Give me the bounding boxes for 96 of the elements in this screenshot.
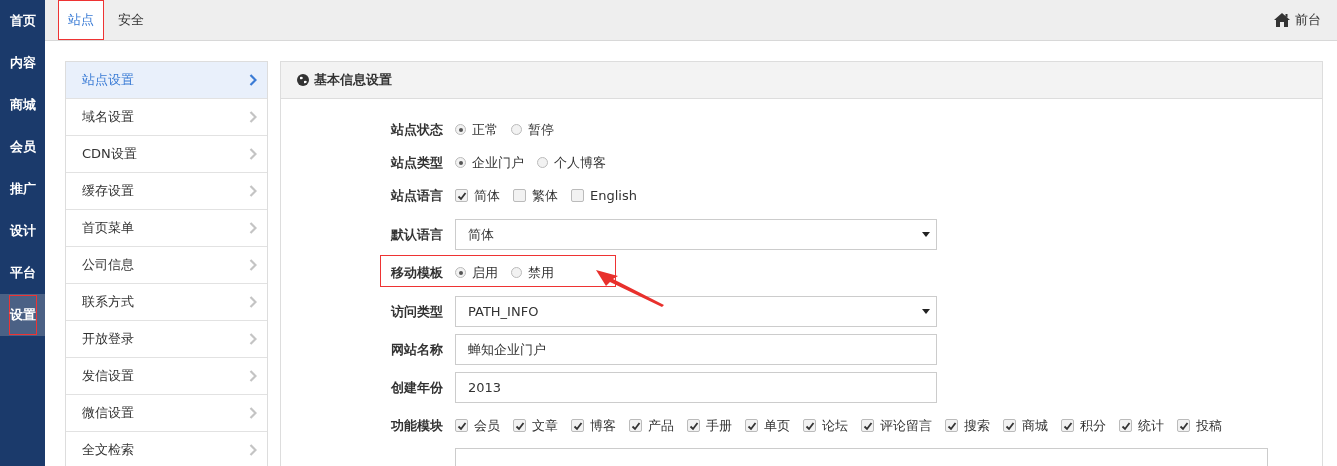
option-label: 繁体: [532, 186, 558, 205]
checkbox[interactable]: [513, 189, 526, 202]
checkbox[interactable]: [1061, 419, 1074, 432]
option-label: 文章: [532, 416, 558, 435]
option-label: 会员: [474, 416, 500, 435]
option-label: 产品: [648, 416, 674, 435]
radio-button[interactable]: [511, 267, 522, 278]
field-label: 网站名称: [390, 340, 444, 359]
nav-item[interactable]: 设置: [0, 294, 45, 336]
option-label: 积分: [1080, 416, 1106, 435]
chevron-icon: [249, 148, 257, 160]
field-label: 功能模块: [390, 416, 444, 435]
field-label: 访问类型: [389, 302, 444, 321]
checkbox[interactable]: [629, 419, 642, 432]
menu-item[interactable]: 缓存设置: [66, 173, 267, 210]
field-label: 创建年份: [390, 378, 444, 397]
nav-item[interactable]: 商城: [0, 84, 45, 126]
menu-item[interactable]: 公司信息: [66, 247, 267, 284]
option-label: 企业门户: [472, 153, 524, 172]
checkbox[interactable]: [861, 419, 874, 432]
input-field[interactable]: 2013: [455, 372, 937, 403]
radio-button[interactable]: [537, 157, 548, 168]
nav-item[interactable]: 内容: [0, 42, 45, 84]
checkbox[interactable]: [513, 419, 526, 432]
chevron-icon: [249, 296, 257, 308]
globe-icon: [297, 74, 309, 86]
chevron-icon: [249, 333, 257, 345]
tab[interactable]: 站点: [58, 0, 104, 40]
field-label: 站点状态: [390, 120, 444, 139]
option-label: 评论留言: [880, 416, 932, 435]
radio-button[interactable]: [455, 267, 466, 278]
checkbox[interactable]: [1177, 419, 1190, 432]
option-label: 暂停: [528, 120, 554, 139]
menu-item[interactable]: 发信设置: [66, 358, 267, 395]
menu-item[interactable]: 域名设置: [66, 99, 267, 136]
nav-item[interactable]: 首页: [0, 0, 45, 42]
chevron-icon: [249, 222, 257, 234]
checkbox[interactable]: [455, 189, 468, 202]
annotation-arrow: [596, 268, 666, 308]
chevron-icon: [249, 74, 257, 86]
option-label: 投稿: [1196, 416, 1222, 435]
menu-item[interactable]: 微信设置: [66, 395, 267, 432]
menu-item[interactable]: 开放登录: [66, 321, 267, 358]
caret-icon: [922, 232, 930, 237]
option-label: 禁用: [528, 263, 554, 282]
menu-item[interactable]: CDN设置: [66, 136, 267, 173]
checkbox[interactable]: [745, 419, 758, 432]
nav-item[interactable]: 推广: [0, 168, 45, 210]
tab[interactable]: 安全: [108, 0, 154, 40]
select-field[interactable]: 简体: [455, 219, 937, 250]
frontend-link[interactable]: 前台: [1274, 0, 1337, 40]
checkbox[interactable]: [571, 419, 584, 432]
chevron-icon: [249, 407, 257, 419]
select-field[interactable]: PATH_INFO: [455, 296, 937, 327]
chevron-icon: [249, 185, 257, 197]
nav-item[interactable]: 设计: [0, 210, 45, 252]
caret-icon: [922, 309, 930, 314]
field-label: 默认语言: [389, 225, 444, 244]
chevron-icon: [249, 111, 257, 123]
menu-item[interactable]: 首页菜单: [66, 210, 267, 247]
chevron-icon: [249, 370, 257, 382]
chevron-icon: [249, 259, 257, 271]
option-label: 个人博客: [554, 153, 606, 172]
option-label: 启用: [472, 263, 498, 282]
nav-item[interactable]: 平台: [0, 252, 45, 294]
option-label: 统计: [1138, 416, 1164, 435]
menu-item[interactable]: 联系方式: [66, 284, 267, 321]
option-label: 论坛: [822, 416, 848, 435]
option-label: 搜索: [964, 416, 990, 435]
home-icon: [1274, 13, 1290, 27]
radio-button[interactable]: [455, 157, 466, 168]
menu-item[interactable]: 站点设置: [66, 62, 267, 99]
input-field[interactable]: 蝉知企业门户: [455, 334, 937, 365]
option-label: 手册: [706, 416, 732, 435]
option-label: 正常: [472, 120, 498, 139]
checkbox[interactable]: [1119, 419, 1132, 432]
checkbox[interactable]: [687, 419, 700, 432]
checkbox[interactable]: [945, 419, 958, 432]
option-label: 商城: [1022, 416, 1048, 435]
checkbox[interactable]: [1003, 419, 1016, 432]
option-label: 单页: [764, 416, 790, 435]
option-label: 简体: [474, 186, 500, 205]
field-label: 站点类型: [390, 153, 444, 172]
checkbox[interactable]: [803, 419, 816, 432]
nav-item[interactable]: 会员: [0, 126, 45, 168]
checkbox[interactable]: [571, 189, 584, 202]
radio-button[interactable]: [511, 124, 522, 135]
option-label: English: [590, 188, 637, 203]
field-label: 站点语言: [390, 186, 444, 205]
menu-item[interactable]: 全文检索: [66, 432, 267, 466]
panel-title: 基本信息设置: [314, 71, 392, 89]
option-label: 博客: [590, 416, 616, 435]
checkbox[interactable]: [455, 419, 468, 432]
field-label: 移动模板: [390, 263, 444, 282]
chevron-icon: [249, 444, 257, 456]
radio-button[interactable]: [455, 124, 466, 135]
